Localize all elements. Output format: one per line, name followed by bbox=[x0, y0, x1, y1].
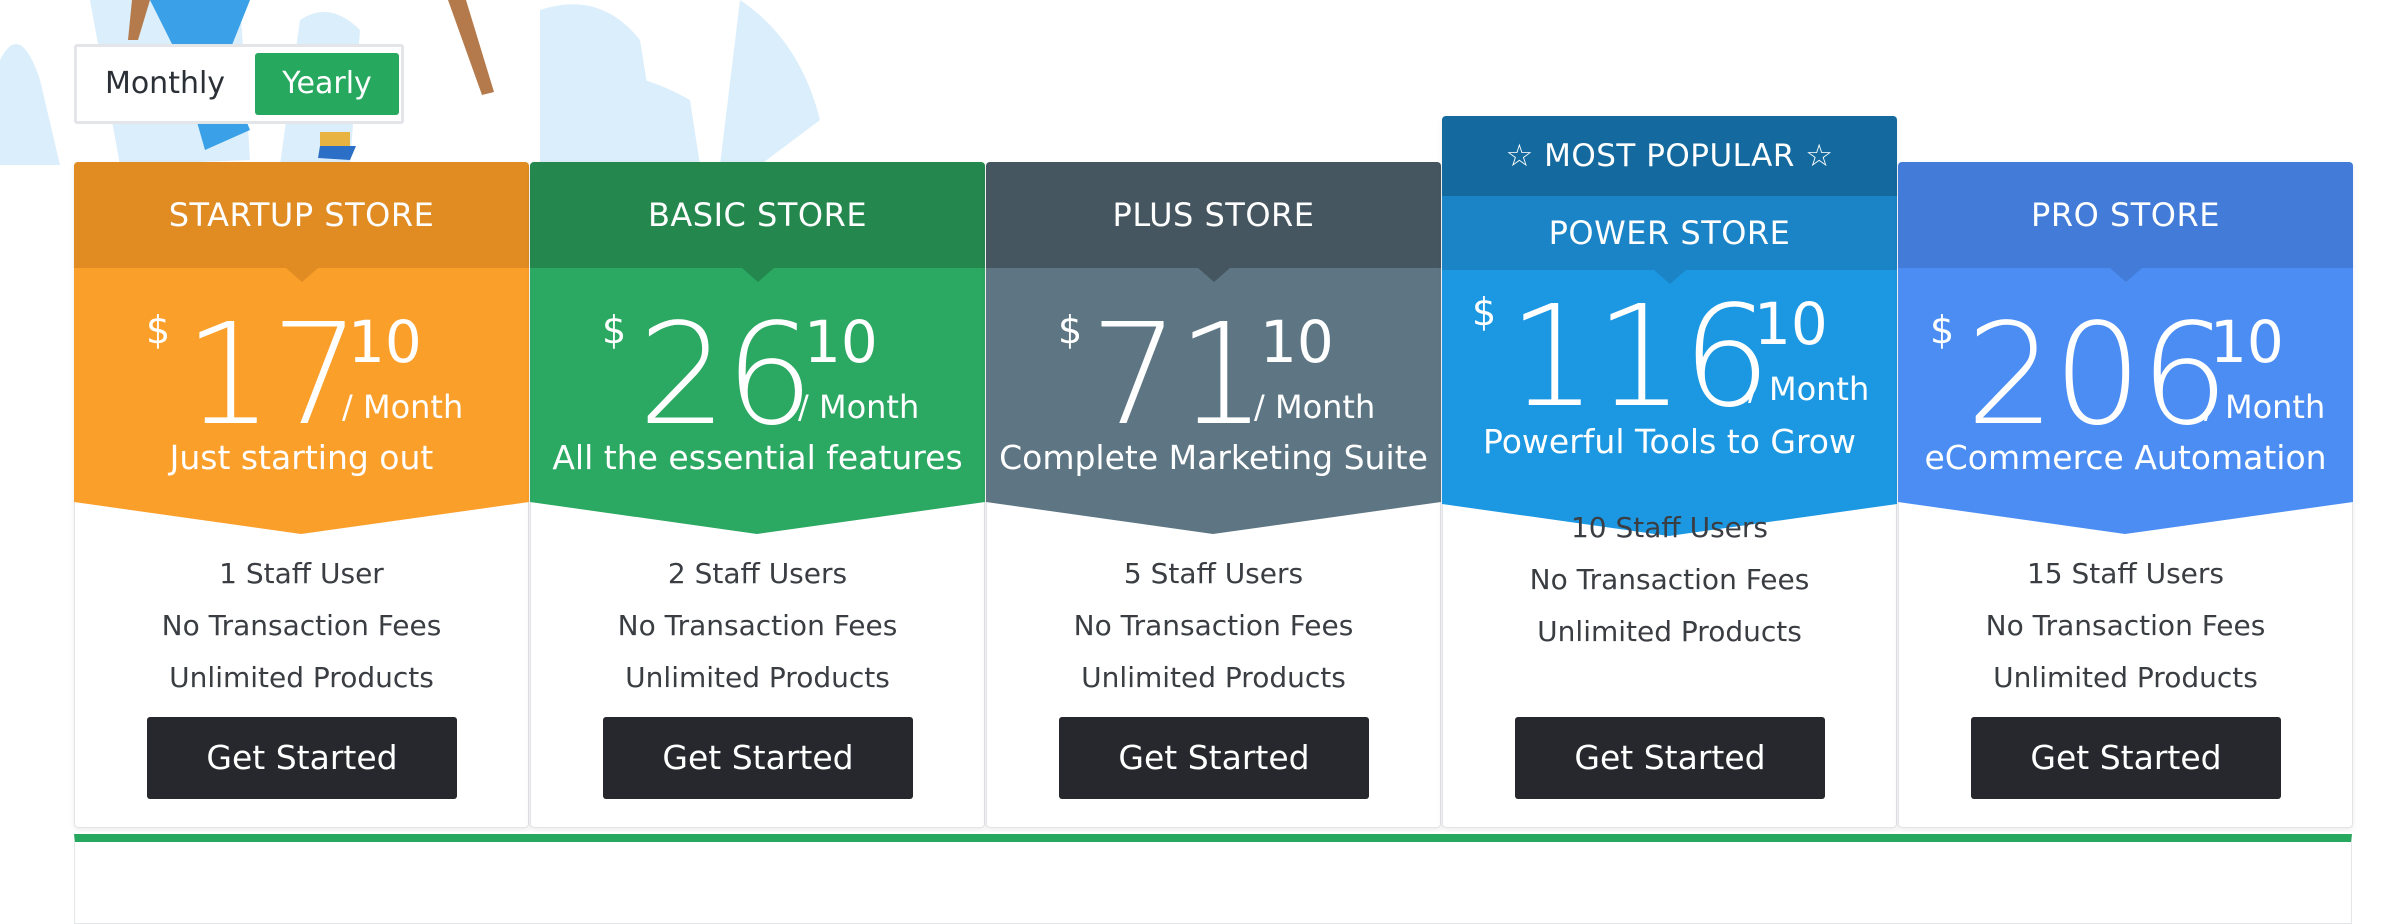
price-amount: 71 bbox=[1090, 294, 1266, 457]
plan-name: PLUS STORE bbox=[986, 162, 1441, 268]
header-notch bbox=[742, 268, 774, 282]
feature-item: No Transaction Fees bbox=[617, 609, 898, 642]
feature-item: No Transaction Fees bbox=[1985, 609, 2266, 642]
price-panel: $ 71 10 / Month Complete Marketing Suite bbox=[986, 268, 1441, 557]
content-panel bbox=[74, 834, 2352, 924]
yearly-option[interactable]: Yearly bbox=[255, 53, 399, 115]
price-amount: 17 bbox=[184, 294, 360, 457]
plan-tagline: eCommerce Automation bbox=[1924, 438, 2327, 477]
price-cents: 10 bbox=[1260, 308, 1334, 376]
feature-item: 10 Staff Users bbox=[1570, 511, 1769, 544]
price: $ 206 10 / Month bbox=[1898, 288, 2353, 446]
plan-tagline: All the essential features bbox=[552, 438, 963, 477]
plan-name: PRO STORE bbox=[1898, 162, 2353, 268]
feature-list: 2 Staff Users No Transaction Fees Unlimi… bbox=[531, 548, 984, 704]
plan-tagline: Complete Marketing Suite bbox=[999, 438, 1428, 477]
get-started-button[interactable]: Get Started bbox=[147, 717, 457, 799]
price-amount: 116 bbox=[1508, 276, 1771, 439]
currency-symbol: $ bbox=[1472, 290, 1497, 334]
price-cents: 10 bbox=[2210, 308, 2284, 376]
price-cents: 10 bbox=[804, 308, 878, 376]
plan-card-pro: PRO STORE $ 206 10 / Month eCommerce Aut… bbox=[1898, 162, 2353, 828]
plan-card-startup: STARTUP STORE $ 17 10 / Month Just start… bbox=[74, 162, 529, 828]
get-started-button[interactable]: Get Started bbox=[603, 717, 913, 799]
header-notch bbox=[286, 268, 318, 282]
currency-symbol: $ bbox=[1058, 308, 1083, 352]
plan-tagline: Just starting out bbox=[169, 438, 434, 477]
feature-list: 15 Staff Users No Transaction Fees Unlim… bbox=[1899, 548, 2352, 704]
feature-item: No Transaction Fees bbox=[161, 609, 442, 642]
feature-item: 15 Staff Users bbox=[2026, 557, 2225, 590]
price: $ 71 10 / Month bbox=[986, 288, 1441, 446]
plan-name: BASIC STORE bbox=[530, 162, 985, 268]
feature-item: Unlimited Products bbox=[1537, 615, 1802, 648]
feature-list: 10 Staff Users No Transaction Fees Unlim… bbox=[1443, 502, 1896, 658]
feature-item: 1 Staff User bbox=[219, 557, 384, 590]
get-started-button[interactable]: Get Started bbox=[1059, 717, 1369, 799]
get-started-button[interactable]: Get Started bbox=[1515, 717, 1825, 799]
price-panel: $ 26 10 / Month All the essential featur… bbox=[530, 268, 985, 557]
price: $ 116 10 / Month bbox=[1442, 270, 1897, 428]
feature-item: Unlimited Products bbox=[1993, 661, 2258, 694]
plan-card-plus: PLUS STORE $ 71 10 / Month Complete Mark… bbox=[986, 162, 1441, 828]
price-period: / Month bbox=[2204, 388, 2326, 426]
feature-list: 1 Staff User No Transaction Fees Unlimit… bbox=[75, 548, 528, 704]
price: $ 26 10 / Month bbox=[530, 288, 985, 446]
plan-name: POWER STORE bbox=[1442, 196, 1897, 270]
most-popular-badge: ☆ MOST POPULAR ☆ bbox=[1442, 116, 1897, 196]
feature-item: 5 Staff Users bbox=[1123, 557, 1304, 590]
plan-card-power: ☆ MOST POPULAR ☆ POWER STORE $ 116 10 / … bbox=[1442, 116, 1897, 828]
header-notch bbox=[1198, 268, 1230, 282]
price-panel: $ 206 10 / Month eCommerce Automation bbox=[1898, 268, 2353, 557]
monthly-option[interactable]: Monthly bbox=[83, 53, 247, 115]
feature-item: No Transaction Fees bbox=[1529, 563, 1810, 596]
price-amount: 26 bbox=[638, 294, 814, 457]
billing-toggle[interactable]: Monthly Yearly bbox=[74, 44, 404, 124]
price-period: / Month bbox=[1254, 388, 1376, 426]
feature-item: Unlimited Products bbox=[1081, 661, 1346, 694]
currency-symbol: $ bbox=[602, 308, 627, 352]
price-cents: 10 bbox=[1754, 290, 1828, 358]
currency-symbol: $ bbox=[146, 308, 171, 352]
feature-list: 5 Staff Users No Transaction Fees Unlimi… bbox=[987, 548, 1440, 704]
plan-tagline: Powerful Tools to Grow bbox=[1483, 422, 1856, 461]
feature-item: 2 Staff Users bbox=[667, 557, 848, 590]
currency-symbol: $ bbox=[1930, 308, 1955, 352]
price-period: / Month bbox=[1748, 370, 1870, 408]
price-period: / Month bbox=[342, 388, 464, 426]
price-period: / Month bbox=[798, 388, 920, 426]
feature-item: Unlimited Products bbox=[169, 661, 434, 694]
header-notch bbox=[2110, 268, 2142, 282]
plan-card-basic: BASIC STORE $ 26 10 / Month All the esse… bbox=[530, 162, 985, 828]
feature-item: Unlimited Products bbox=[625, 661, 890, 694]
price-cents: 10 bbox=[348, 308, 422, 376]
price-amount: 206 bbox=[1966, 294, 2229, 457]
feature-item: No Transaction Fees bbox=[1073, 609, 1354, 642]
get-started-button[interactable]: Get Started bbox=[1971, 717, 2281, 799]
price-panel: $ 17 10 / Month Just starting out bbox=[74, 268, 529, 557]
plan-name: STARTUP STORE bbox=[74, 162, 529, 268]
price: $ 17 10 / Month bbox=[74, 288, 529, 446]
